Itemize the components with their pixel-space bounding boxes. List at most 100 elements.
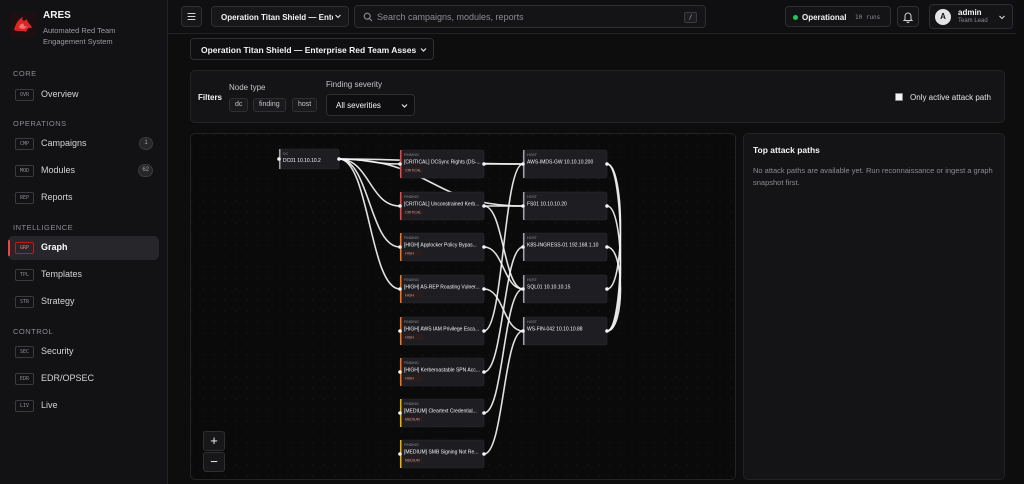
filters-panel: Filters Node type dc finding host Findin… [190,70,1005,123]
node-label: DC01 10.10.10.2 [283,158,321,164]
graph-node-h4[interactable]: HOST SQL01 10.10.10.15 [521,274,609,304]
node-handle-out[interactable] [482,204,486,208]
node-handle-in[interactable] [398,245,402,249]
node-kind-label: FINDING [404,236,419,240]
graph-node-h3[interactable]: HOST K8S-INGRESS-01 192.168.1.10 [521,232,609,262]
nav-code-badge: STR [15,296,34,308]
chevron-down-icon [401,104,408,108]
sidebar-item-label: Templates [41,269,83,279]
sidebar-item-reports[interactable]: REP Reports [8,186,159,210]
page-scrollbar[interactable] [1016,0,1024,484]
sidebar-item-edr-opsec[interactable]: EDR EDR/OPSEC [8,367,159,391]
node-handle-in[interactable] [521,204,525,208]
node-label: [HIGH] Kerberoastable SPN Acc... [404,368,480,374]
node-type-chip-host[interactable]: host [292,98,318,112]
node-handle-in[interactable] [398,452,402,456]
node-handle-out[interactable] [482,287,486,291]
graph-node-h5[interactable]: HOST WS-FIN-042 10.10.10.88 [521,316,609,346]
node-handle-in[interactable] [398,162,402,166]
node-label: FS01 10.10.10.20 [527,202,567,208]
campaign-select[interactable]: Operation Titan Shield — Enterprise Red … [190,38,434,60]
campaign-select-top[interactable]: Operation Titan Shield — Enterprise Red … [211,6,349,27]
search-box[interactable]: / [354,5,706,28]
sidebar-item-overview[interactable]: OVR Overview [8,83,159,107]
active-path-checkbox[interactable] [895,93,903,101]
zoom-out-button[interactable]: − [203,452,225,472]
node-kind-label: HOST [527,153,538,157]
node-kind-label: FINDING [404,443,419,447]
node-severity-tag: MEDIUM [405,459,420,463]
avatar: A [935,9,951,25]
sidebar-item-graph[interactable]: GRP Graph [8,236,159,260]
menu-toggle-button[interactable] [181,6,202,27]
graph-node-dc[interactable]: DC DC01 10.10.10.2 [277,148,341,170]
node-handle-out[interactable] [605,287,609,291]
filters-label: Filters [198,93,223,102]
node-label: [MEDIUM] SMB Signing Not Re... [404,450,478,456]
graph-node-f7[interactable]: FINDING [MEDIUM] Cleartext Credential... M… [398,398,486,428]
attack-paths-empty-message: No attack paths are available yet. Run r… [753,166,993,187]
user-name: admin [958,8,982,17]
node-handle-out[interactable] [482,162,486,166]
nav-code-badge: SEC [15,346,34,358]
zoom-in-button[interactable]: + [203,431,225,451]
node-handle-out[interactable] [482,245,486,249]
graph-node-f4[interactable]: FINDING [HIGH] AS-REP Roasting Vulner... H… [398,274,486,304]
node-handle-in[interactable] [398,329,402,333]
graph-node-f5[interactable]: FINDING [HIGH] AWS IAM Privilege Esca... H… [398,316,486,346]
node-handle-in[interactable] [521,162,525,166]
sidebar-item-label: Live [41,400,58,410]
node-type-chip-finding[interactable]: finding [253,98,286,112]
graph-node-f1[interactable]: FINDING [CRITICAL] DCSync Rights (DS-... C… [398,149,486,179]
user-menu[interactable]: A admin Team Lead [929,4,1013,29]
graph-node-h1[interactable]: HOST AWS-IMDS-GW 10.10.10.200 [521,149,609,179]
node-handle-in[interactable] [521,287,525,291]
node-handle-in[interactable] [277,157,281,161]
node-handle-out[interactable] [605,329,609,333]
graph-node-h2[interactable]: HOST FS01 10.10.10.20 [521,191,609,221]
node-type-chip-dc[interactable]: dc [229,98,249,112]
node-handle-in[interactable] [398,204,402,208]
graph-node-f6[interactable]: FINDING [HIGH] Kerberoastable SPN Acc... H… [398,357,486,387]
node-handle-out[interactable] [605,204,609,208]
node-label: SQL01 10.10.10.15 [527,285,571,291]
node-handle-out[interactable] [482,452,486,456]
node-handle-in[interactable] [521,245,525,249]
ares-logo-icon [10,12,36,38]
sidebar-item-label: Security [41,346,74,356]
sidebar-item-security[interactable]: SEC Security [8,340,159,364]
node-handle-in[interactable] [398,370,402,374]
node-handle-in[interactable] [398,411,402,415]
notifications-button[interactable] [897,6,919,27]
search-input[interactable] [377,6,677,27]
brand[interactable]: ARES Automated Red Team Engagement Syste… [10,10,165,50]
graph-node-f2[interactable]: FINDING [CRITICAL] Unconstrained Kerb... C… [398,191,486,221]
node-severity-tag: HIGH [405,336,414,340]
node-handle-in[interactable] [521,329,525,333]
node-handle-out[interactable] [482,370,486,374]
graph-node-f8[interactable]: FINDING [MEDIUM] SMB Signing Not Re... MED… [398,439,486,469]
bell-icon [902,12,914,23]
sidebar-item-strategy[interactable]: STR Strategy [8,290,159,314]
node-handle-out[interactable] [605,162,609,166]
node-handle-out[interactable] [482,411,486,415]
node-type-label: Node type [229,83,266,92]
node-handle-out[interactable] [605,245,609,249]
graph-panel[interactable]: DC DC01 10.10.10.2 FINDING [CRITICAL] DCSyn… [190,133,736,480]
nav-code-badge: TPL [15,269,34,281]
sidebar-item-modules[interactable]: MOD Modules 62 [8,159,159,183]
node-severity-tag: CRITICAL [405,169,421,173]
node-handle-out[interactable] [337,157,341,161]
severity-select[interactable]: All severities [326,94,415,116]
node-handle-in[interactable] [398,287,402,291]
node-kind-label: HOST [527,195,538,199]
attack-graph-canvas[interactable]: DC DC01 10.10.10.2 FINDING [CRITICAL] DCSyn… [191,134,736,480]
brand-subtitle: Automated Red Team Engagement System [43,26,116,46]
sidebar-item-campaigns[interactable]: CMP Campaigns 1 [8,132,159,156]
node-handle-out[interactable] [482,329,486,333]
sidebar-item-templates[interactable]: TPL Templates [8,263,159,287]
system-status-badge[interactable]: Operational 10 runs [785,6,891,27]
sidebar-item-live[interactable]: LIV Live [8,394,159,418]
graph-node-f3[interactable]: FINDING [HIGH] Applocker Policy Bypas... H… [398,232,486,262]
sidebar-item-label: Strategy [41,296,75,306]
